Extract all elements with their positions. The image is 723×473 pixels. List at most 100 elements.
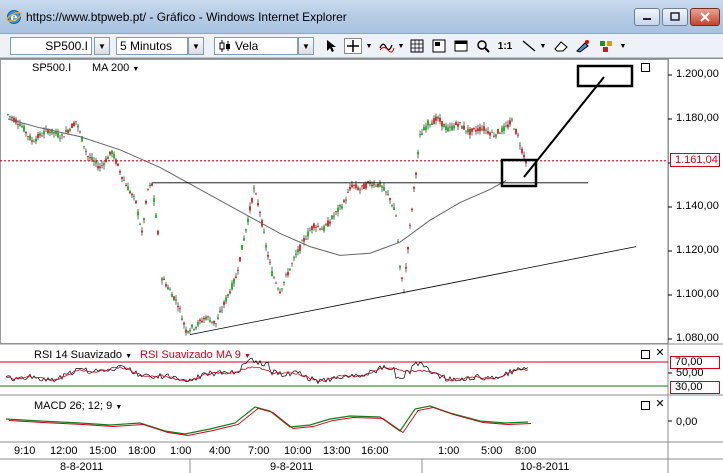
fit-button[interactable]: 1:1 [496, 38, 514, 54]
template-button[interactable] [430, 38, 448, 54]
candle-body [317, 226, 319, 227]
candle-body [343, 200, 345, 203]
candle-body [461, 125, 463, 129]
zoom-button[interactable] [474, 38, 492, 54]
candle-body [371, 184, 373, 187]
candle-body [293, 257, 295, 259]
x-tick: 12:00 [50, 445, 78, 457]
candle-body [439, 117, 441, 122]
candle-body [193, 329, 195, 330]
indicator-dropdown[interactable]: ▼ [396, 38, 406, 54]
maximize-panel-icon[interactable] [641, 350, 650, 359]
maximize-panel-icon[interactable] [641, 401, 650, 410]
candle-body [493, 135, 495, 137]
candle-body [387, 194, 389, 195]
candle-body [303, 238, 305, 242]
indicator-button[interactable] [378, 38, 396, 54]
symbol-dropdown-button[interactable]: ▼ [94, 37, 110, 55]
window-button[interactable] [452, 38, 470, 54]
candle-body [211, 321, 213, 323]
candle-body [241, 245, 243, 250]
settings-button[interactable] [598, 38, 616, 54]
candle-body [39, 133, 41, 136]
candle-body [163, 278, 165, 280]
symbol-input[interactable]: SP500.I [10, 37, 92, 55]
ma-indicator-label[interactable]: MA 200 ▼ [92, 62, 139, 74]
candle-body [27, 136, 29, 137]
minimize-button[interactable] [634, 8, 660, 26]
trendline-tool-button[interactable] [520, 38, 538, 54]
maximize-panel-icon[interactable] [641, 63, 650, 72]
candle-body [145, 201, 147, 204]
close-button[interactable] [690, 8, 720, 26]
candle-body [319, 228, 321, 230]
pointer-tool-button[interactable] [322, 38, 340, 54]
candle-body [133, 195, 135, 197]
candle-body [249, 206, 251, 211]
interval-select[interactable]: 5 Minutos [116, 37, 188, 55]
draw-tools-button[interactable] [574, 38, 592, 54]
candle-body [137, 211, 139, 216]
close-panel-icon[interactable]: ✕ [655, 399, 665, 410]
candle-body [107, 156, 109, 160]
candle-body [67, 130, 69, 133]
candle-body [33, 141, 35, 143]
indicator-icon [379, 43, 395, 53]
annotation-box [576, 64, 634, 88]
y-tick: 1.120,00 [676, 244, 719, 256]
candle-body [475, 129, 477, 132]
candle-body [199, 319, 201, 322]
x-tick: 5:00 [481, 445, 503, 457]
candle-body [131, 193, 133, 196]
grid-button[interactable] [408, 38, 426, 54]
candle-body [271, 271, 273, 277]
settings-dropdown[interactable]: ▼ [618, 38, 628, 54]
rsi-tick-50: 50,00 [676, 367, 704, 379]
candle-body [21, 126, 23, 127]
chevron-down-icon: ▼ [397, 42, 405, 50]
candle-body [467, 128, 469, 133]
rsi-label[interactable]: RSI 14 Suavizado ▼ [34, 349, 132, 361]
candle-body [29, 135, 31, 140]
y-tick: 1.180,00 [676, 112, 719, 124]
chart-style-dropdown-button[interactable]: ▼ [298, 37, 314, 55]
candle-body [465, 130, 467, 132]
candle-body [269, 261, 271, 263]
crosshair-dropdown[interactable]: ▼ [364, 38, 374, 54]
chart-area[interactable]: SP500.I MA 200 ▼ 1.200,00 1.180,00 1.161… [0, 58, 723, 473]
interval-dropdown-button[interactable]: ▼ [188, 37, 204, 55]
trendline-dropdown[interactable]: ▼ [538, 38, 548, 54]
chart-style-select[interactable]: Vela [214, 37, 298, 55]
candle-body [407, 247, 409, 250]
candle-body [523, 154, 525, 158]
candle-body [139, 224, 141, 225]
candle-body [103, 163, 105, 166]
candle-body [339, 205, 341, 207]
chevron-down-icon: ▼ [619, 42, 627, 50]
candle-body [385, 191, 387, 193]
candle-body [265, 245, 267, 248]
close-panel-icon[interactable]: ✕ [655, 348, 665, 359]
candle-body [195, 326, 197, 329]
rsi-ma-label[interactable]: RSI Suavizado MA 9 ▼ [140, 349, 251, 361]
candle-body [509, 120, 511, 125]
candle-body [517, 134, 519, 136]
crosshair-tool-button[interactable] [344, 38, 362, 54]
support-trendline [189, 246, 637, 335]
symbol-label: SP500.I [32, 62, 72, 74]
candle-body [307, 231, 309, 237]
chart-style-label: Vela [235, 39, 259, 53]
eraser-button[interactable] [552, 38, 570, 54]
candle-body [217, 317, 219, 320]
candle-body [375, 185, 377, 187]
candle-body [409, 225, 411, 226]
maximize-button[interactable] [662, 8, 688, 26]
candle-body [519, 145, 521, 147]
macd-label[interactable]: MACD 26; 12; 9 ▼ [34, 400, 122, 412]
candle-body [353, 184, 355, 186]
candle-body [349, 187, 351, 190]
candle-body [77, 125, 79, 128]
candle-body [357, 187, 359, 190]
candle-body [469, 129, 471, 135]
candle-body [275, 282, 277, 284]
